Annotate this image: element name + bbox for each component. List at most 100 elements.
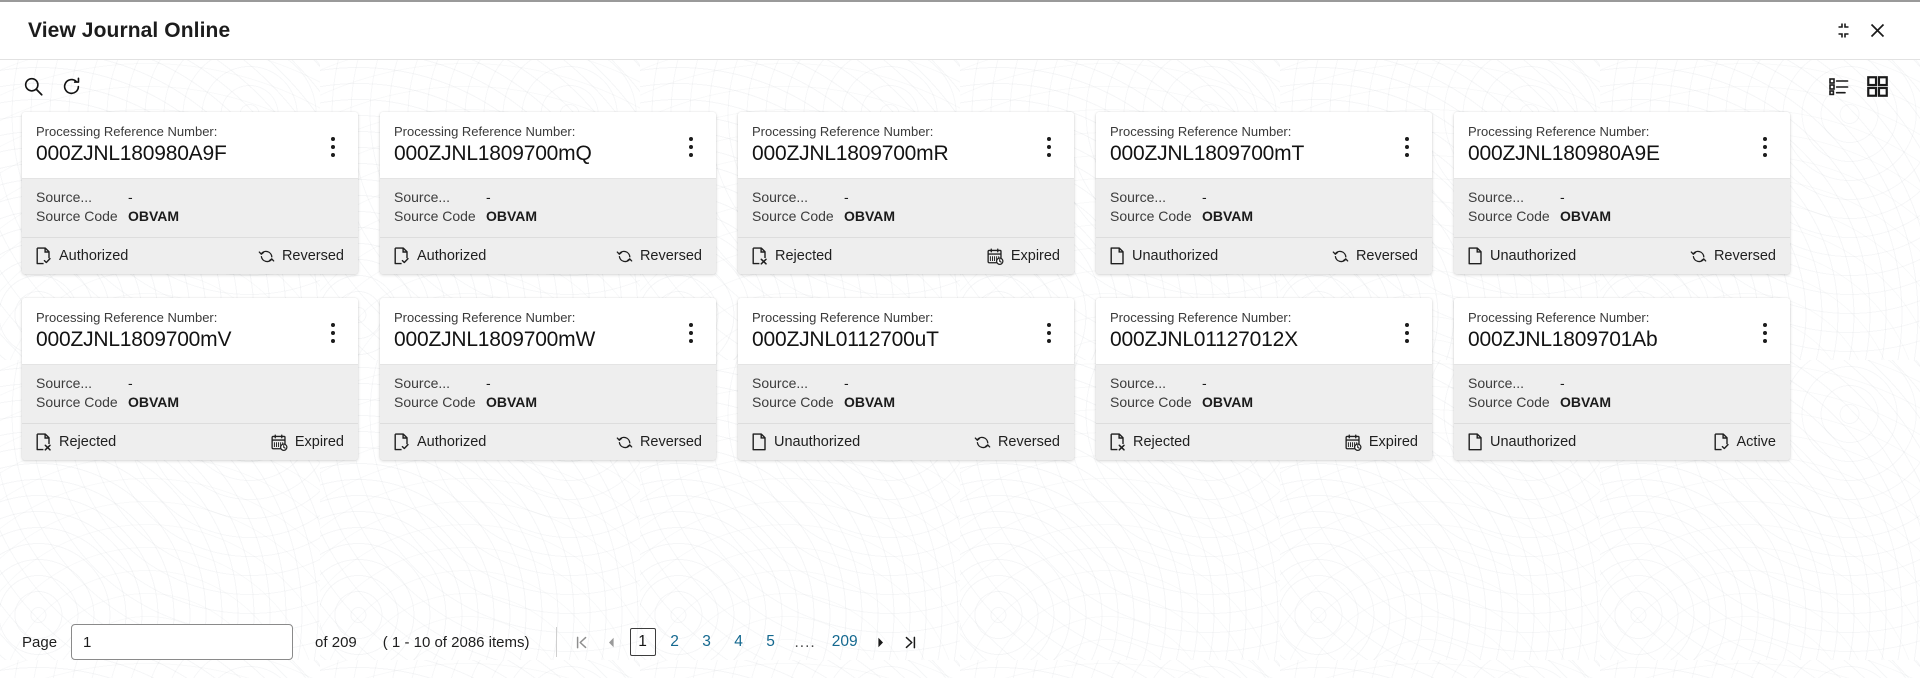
document-check-icon xyxy=(394,433,410,451)
card-auth-status: Authorized xyxy=(36,247,128,265)
next-page-button[interactable] xyxy=(866,627,896,657)
card-auth-status-label: Rejected xyxy=(775,248,832,264)
kebab-dot xyxy=(1405,323,1409,327)
card-source-value: - xyxy=(1560,188,1565,207)
first-page-button[interactable] xyxy=(567,627,597,657)
first-page-icon xyxy=(574,635,589,650)
card-status-bar: UnauthorizedReversed xyxy=(738,423,1074,460)
card-auth-status-label: Authorized xyxy=(59,248,128,264)
journal-card[interactable]: Processing Reference Number:000ZJNL18098… xyxy=(22,112,358,274)
card-menu-button[interactable] xyxy=(322,131,344,163)
document-check-icon xyxy=(1714,433,1730,451)
journal-card[interactable]: Processing Reference Number:000ZJNL01127… xyxy=(738,298,1074,460)
card-menu-button[interactable] xyxy=(322,317,344,349)
document-x-icon xyxy=(36,433,52,451)
card-auth-status: Authorized xyxy=(394,433,486,451)
journal-card[interactable]: Processing Reference Number:000ZJNL18097… xyxy=(738,112,1074,274)
document-x-icon xyxy=(1110,433,1126,451)
card-source-row: Source...- xyxy=(1468,374,1776,393)
journal-card[interactable]: Processing Reference Number:000ZJNL18097… xyxy=(380,112,716,274)
previous-page-button[interactable] xyxy=(597,627,627,657)
page-number[interactable]: 2 xyxy=(662,628,688,656)
card-source-code-row: Source CodeOBVAM xyxy=(1468,207,1776,226)
document-check-icon xyxy=(36,247,52,265)
card-record-state-label: Expired xyxy=(1011,248,1060,264)
card-record-state: Expired xyxy=(271,434,344,451)
last-page-button[interactable] xyxy=(896,627,926,657)
journal-card[interactable]: Processing Reference Number:000ZJNL18097… xyxy=(22,298,358,460)
card-source-row: Source...- xyxy=(752,374,1060,393)
reverse-icon xyxy=(1690,248,1707,265)
journal-card[interactable]: Processing Reference Number:000ZJNL01127… xyxy=(1096,298,1432,460)
calendar-clock-icon xyxy=(1345,434,1362,451)
collapse-button[interactable] xyxy=(1826,14,1860,48)
card-source-code-label: Source Code xyxy=(752,393,844,412)
card-header-text: Processing Reference Number:000ZJNL18097… xyxy=(1110,123,1396,167)
page-number[interactable]: 5 xyxy=(758,628,784,656)
card-ref-label: Processing Reference Number: xyxy=(752,309,1038,326)
grid-view-button[interactable] xyxy=(1858,67,1896,105)
card-record-state: Reversed xyxy=(258,248,344,265)
journal-card[interactable]: Processing Reference Number:000ZJNL18097… xyxy=(1454,298,1790,460)
card-auth-status-label: Authorized xyxy=(417,434,486,450)
card-source-value: - xyxy=(1202,374,1207,393)
kebab-dot xyxy=(689,137,693,141)
card-auth-status-label: Rejected xyxy=(59,434,116,450)
content-area: Processing Reference Number:000ZJNL18098… xyxy=(0,60,1920,678)
card-details: Source...-Source CodeOBVAM xyxy=(738,178,1074,237)
journal-card[interactable]: Processing Reference Number:000ZJNL18098… xyxy=(1454,112,1790,274)
card-menu-button[interactable] xyxy=(1038,131,1060,163)
card-record-state-label: Reversed xyxy=(998,434,1060,450)
list-view-button[interactable] xyxy=(1820,67,1858,105)
card-source-code-row: Source CodeOBVAM xyxy=(1110,393,1418,412)
card-menu-button[interactable] xyxy=(680,317,702,349)
card-status-bar: AuthorizedReversed xyxy=(380,423,716,460)
close-button[interactable] xyxy=(1860,14,1894,48)
card-details: Source...-Source CodeOBVAM xyxy=(22,364,358,423)
card-status-bar: UnauthorizedReversed xyxy=(1096,237,1432,274)
card-header: Processing Reference Number:000ZJNL18097… xyxy=(738,112,1074,178)
kebab-dot xyxy=(331,137,335,141)
card-source-code-label: Source Code xyxy=(1468,207,1560,226)
card-auth-status: Unauthorized xyxy=(1110,247,1218,265)
card-source-row: Source...- xyxy=(36,374,344,393)
grid-view-icon xyxy=(1867,76,1888,97)
card-menu-button[interactable] xyxy=(1396,317,1418,349)
search-button[interactable] xyxy=(14,67,52,105)
card-source-code-value: OBVAM xyxy=(1560,207,1611,226)
journal-card[interactable]: Processing Reference Number:000ZJNL18097… xyxy=(1096,112,1432,274)
kebab-dot xyxy=(331,153,335,157)
page-number-input[interactable] xyxy=(71,624,293,660)
card-source-code-value: OBVAM xyxy=(1560,393,1611,412)
card-menu-button[interactable] xyxy=(1754,317,1776,349)
kebab-dot xyxy=(331,339,335,343)
card-auth-status: Unauthorized xyxy=(1468,433,1576,451)
close-icon xyxy=(1869,22,1886,39)
card-header: Processing Reference Number:000ZJNL18098… xyxy=(1454,112,1790,178)
card-source-code-row: Source CodeOBVAM xyxy=(1110,207,1418,226)
card-source-value: - xyxy=(844,374,849,393)
page-number[interactable]: 209 xyxy=(827,628,863,656)
card-record-state-label: Expired xyxy=(295,434,344,450)
card-menu-button[interactable] xyxy=(1754,131,1776,163)
journal-card[interactable]: Processing Reference Number:000ZJNL18097… xyxy=(380,298,716,460)
card-status-bar: AuthorizedReversed xyxy=(380,237,716,274)
document-check-icon xyxy=(394,247,410,265)
card-record-state-label: Active xyxy=(1737,434,1777,450)
card-header: Processing Reference Number:000ZJNL01127… xyxy=(1096,298,1432,364)
refresh-button[interactable] xyxy=(52,67,90,105)
card-source-label: Source... xyxy=(1110,188,1202,207)
card-details: Source...-Source CodeOBVAM xyxy=(738,364,1074,423)
page-number[interactable]: 4 xyxy=(726,628,752,656)
card-source-code-value: OBVAM xyxy=(844,207,895,226)
card-ref-value: 000ZJNL1809700mW xyxy=(394,327,680,353)
page-number[interactable]: 3 xyxy=(694,628,720,656)
card-menu-button[interactable] xyxy=(1396,131,1418,163)
card-header: Processing Reference Number:000ZJNL18098… xyxy=(22,112,358,178)
card-menu-button[interactable] xyxy=(1038,317,1060,349)
card-source-code-row: Source CodeOBVAM xyxy=(36,207,344,226)
card-source-code-label: Source Code xyxy=(752,207,844,226)
card-header-text: Processing Reference Number:000ZJNL01127… xyxy=(1110,309,1396,353)
card-menu-button[interactable] xyxy=(680,131,702,163)
card-source-row: Source...- xyxy=(394,188,702,207)
